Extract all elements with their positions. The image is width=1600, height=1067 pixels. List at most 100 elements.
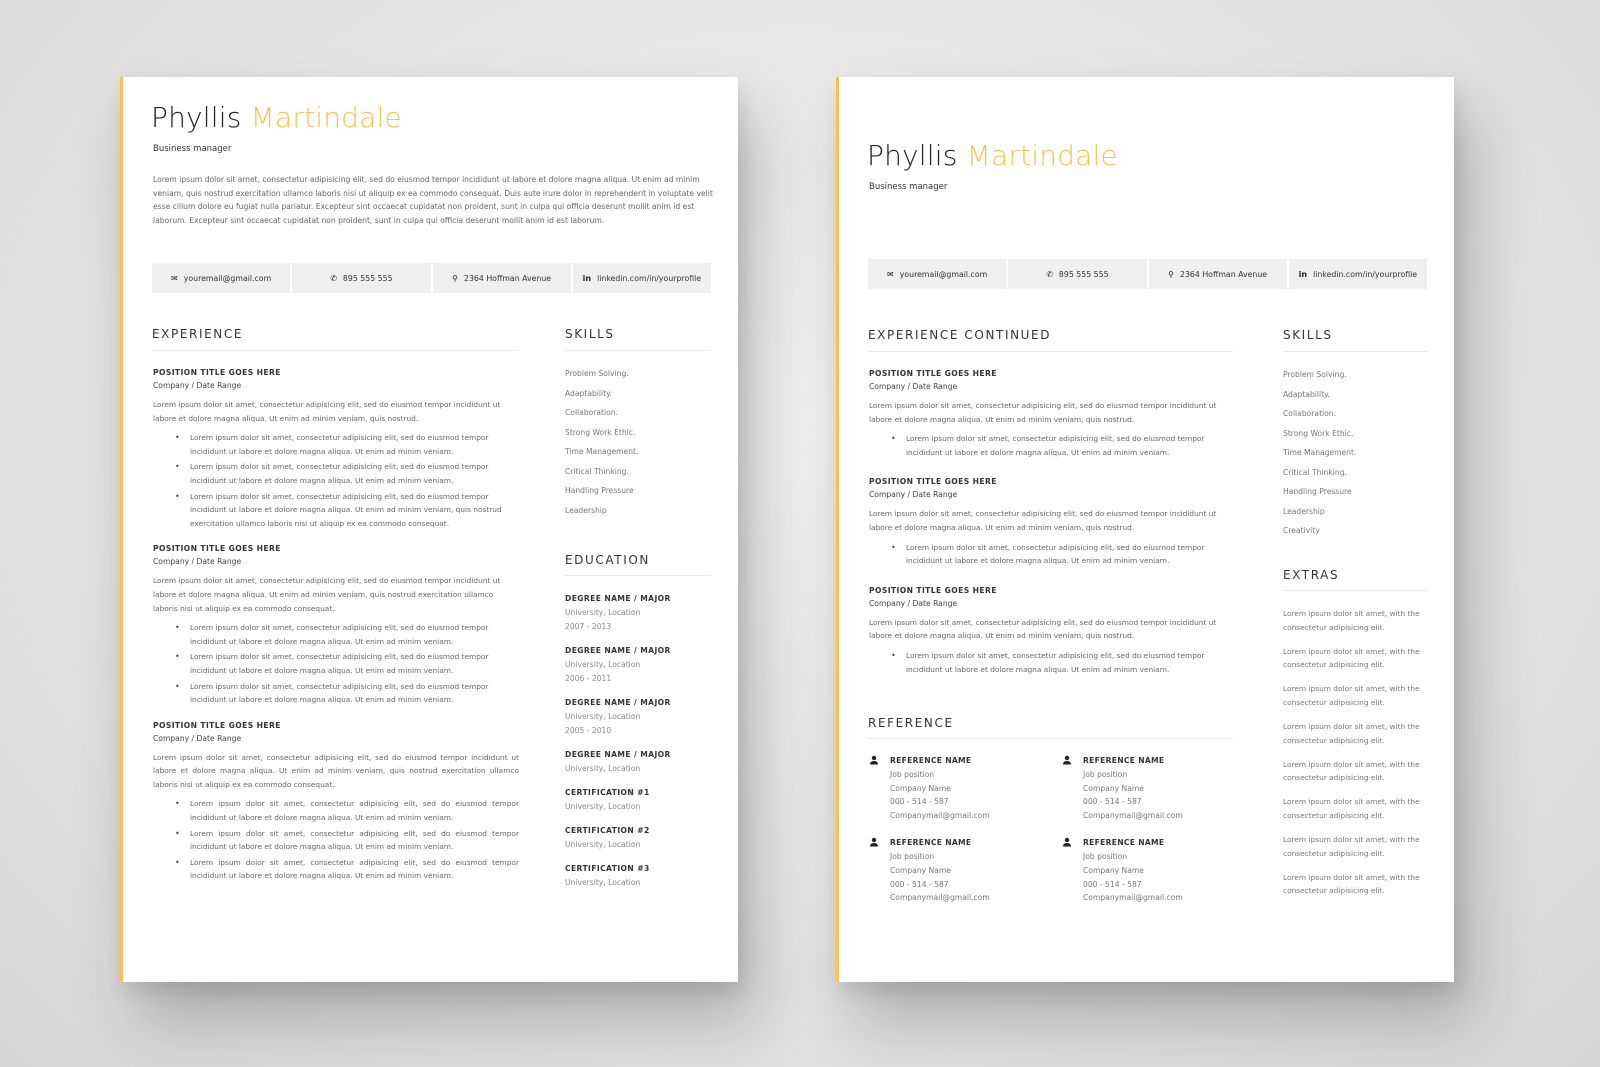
job-bullets: Lorem ipsum dolor sit amet, consectetur …	[869, 432, 1233, 459]
skill-item: Collaboration.	[1283, 409, 1337, 418]
experience-list: POSITION TITLE GOES HERE Company / Date …	[153, 368, 519, 897]
skill-item: Time Management.	[1283, 448, 1357, 457]
reference-position: Job position	[1083, 770, 1128, 779]
job-bullet: Lorem ipsum dolor sit amet, consectetur …	[175, 490, 519, 531]
skill-item: Adaptability.	[1283, 389, 1330, 399]
job-description: Lorem ipsum dolor sit amet, consectetur …	[153, 400, 501, 423]
extras-heading: EXTRAS	[1283, 568, 1340, 582]
contact-address[interactable]: ⚲ 2364 Hoffman Avenue	[1148, 259, 1287, 289]
job-bullets: Lorem ipsum dolor sit amet, consectetur …	[153, 431, 519, 530]
certification-title: CERTIFICATION #3	[565, 864, 650, 873]
resume-page-1: Phyllis Martindale Business manager Lore…	[120, 77, 738, 982]
job-bullets: Lorem ipsum dolor sit amet, consectetur …	[153, 621, 519, 707]
job-subtitle: Business manager	[869, 182, 948, 192]
location-pin-icon: ⚲	[1168, 269, 1174, 279]
certification-entry: CERTIFICATION #3 University, Location	[565, 862, 711, 890]
job-description: Lorem ipsum dolor sit amet, consectetur …	[869, 401, 1217, 424]
reference-name: REFERENCE NAME	[890, 756, 972, 765]
education-entry: DEGREE NAME / MAJOR University, Location	[565, 748, 711, 776]
linkedin-icon: in	[582, 273, 592, 283]
extras-list: Lorem ipsum dolor sit amet, with the con…	[1283, 607, 1427, 909]
reference-grid: REFERENCE NAME Job position Company Name…	[869, 754, 1255, 905]
certification-entry: CERTIFICATION #1 University, Location	[565, 786, 711, 814]
job-bullet: Lorem ipsum dolor sit amet, consectetur …	[175, 621, 519, 648]
job-entry: POSITION TITLE GOES HERE Company / Date …	[153, 544, 519, 706]
reference-card: REFERENCE NAME Job position Company Name…	[869, 754, 1062, 822]
job-bullets: Lorem ipsum dolor sit amet, consectetur …	[869, 541, 1233, 568]
extra-item: Lorem ipsum dolor sit amet, with the con…	[1283, 684, 1420, 707]
job-bullet: Lorem ipsum dolor sit amet, consectetur …	[891, 432, 1233, 459]
job-title: POSITION TITLE GOES HERE	[869, 585, 997, 595]
skill-item: Handling Pressure	[1283, 487, 1352, 496]
reference-card: REFERENCE NAME Job position Company Name…	[1062, 836, 1255, 904]
skills-list: Problem Solving. Adaptability. Collabora…	[565, 364, 711, 520]
certification-title: CERTIFICATION #1	[565, 788, 650, 797]
job-description: Lorem ipsum dolor sit amet, consectetur …	[153, 752, 519, 789]
job-company-date: Company / Date Range	[869, 382, 958, 391]
job-entry: POSITION TITLE GOES HERE Company / Date …	[153, 368, 519, 530]
reference-card: REFERENCE NAME Job position Company Name…	[869, 836, 1062, 904]
job-bullet: Lorem ipsum dolor sit amet, consectetur …	[891, 649, 1233, 676]
degree-years: 2005 - 2010	[565, 726, 612, 735]
job-company-date: Company / Date Range	[153, 557, 242, 567]
job-bullet: Lorem ipsum dolor sit amet, consectetur …	[175, 431, 519, 458]
contact-email[interactable]: ✉ youremail@gmail.com	[152, 263, 291, 293]
job-bullet: Lorem ipsum dolor sit amet, consectetur …	[175, 650, 519, 677]
job-title: POSITION TITLE GOES HERE	[153, 544, 281, 554]
job-bullet: Lorem ipsum dolor sit amet, consectetur …	[175, 797, 519, 824]
degree-school: University, Location	[565, 660, 641, 669]
job-company-date: Company / Date Range	[869, 598, 958, 608]
phone-icon: ✆	[1046, 269, 1053, 279]
divider	[868, 738, 1233, 739]
phone-icon: ✆	[330, 273, 337, 283]
contact-phone-text: 895 555 555	[1058, 269, 1109, 279]
job-description: Lorem ipsum dolor sit amet, consectetur …	[153, 576, 501, 613]
reference-email[interactable]: Companymail@gmail.com	[1083, 891, 1183, 905]
reference-position: Job position	[1083, 852, 1128, 862]
first-name: Phyllis	[151, 101, 242, 134]
job-bullet: Lorem ipsum dolor sit amet, consectetur …	[175, 827, 519, 854]
reference-email[interactable]: Companymail@gmail.com	[890, 891, 990, 905]
extra-item: Lorem ipsum dolor sit amet, with the con…	[1283, 609, 1420, 632]
profile-summary: Lorem ipsum dolor sit amet, consectetur …	[153, 175, 713, 225]
reference-email[interactable]: Companymail@gmail.com	[1083, 809, 1183, 823]
experience-continued-heading: EXPERIENCE CONTINUED	[868, 328, 1052, 342]
contact-email[interactable]: ✉ youremail@gmail.com	[868, 259, 1007, 289]
job-title: POSITION TITLE GOES HERE	[153, 720, 281, 730]
experience-list: POSITION TITLE GOES HERE Company / Date …	[869, 369, 1233, 690]
contact-address-text: 2364 Hoffman Avenue	[1180, 269, 1268, 279]
skills-list: Problem Solving. Adaptability. Collabora…	[1283, 365, 1427, 541]
degree-title: DEGREE NAME / MAJOR	[565, 646, 671, 655]
contact-linkedin[interactable]: in linkedin.com/in/yourprofile	[1288, 259, 1427, 289]
job-entry: POSITION TITLE GOES HERE Company / Date …	[869, 369, 1233, 459]
divider	[868, 351, 1233, 352]
person-icon	[869, 754, 880, 822]
reference-position: Job position	[890, 852, 935, 862]
job-title: POSITION TITLE GOES HERE	[869, 369, 997, 378]
reference-name: REFERENCE NAME	[890, 838, 972, 848]
contact-linkedin[interactable]: in linkedin.com/in/yourprofile	[572, 263, 711, 293]
contact-linkedin-text: linkedin.com/in/yourprofile	[597, 273, 702, 283]
skill-item: Critical Thinking.	[1283, 467, 1347, 477]
reference-company: Company Name	[1083, 783, 1144, 793]
job-subtitle: Business manager	[153, 144, 232, 154]
divider	[565, 575, 711, 576]
last-name: Martindale	[966, 139, 1118, 172]
extra-item: Lorem ipsum dolor sit amet, with the con…	[1283, 835, 1420, 858]
person-icon	[1062, 754, 1073, 822]
reference-company: Company Name	[890, 783, 951, 793]
contact-bar: ✉ youremail@gmail.com ✆ 895 555 555 ⚲ 23…	[868, 259, 1427, 289]
reference-card: REFERENCE NAME Job position Company Name…	[1062, 754, 1255, 822]
skill-item: Collaboration.	[565, 408, 619, 417]
skill-item: Time Management.	[565, 447, 639, 456]
skill-item: Strong Work Ethic.	[1283, 428, 1354, 438]
contact-phone[interactable]: ✆ 895 555 555	[292, 263, 431, 293]
certification-school: University, Location	[565, 802, 641, 811]
contact-address[interactable]: ⚲ 2364 Hoffman Avenue	[432, 263, 571, 293]
certification-title: CERTIFICATION #2	[565, 826, 650, 835]
contact-phone[interactable]: ✆ 895 555 555	[1008, 259, 1147, 289]
job-entry: POSITION TITLE GOES HERE Company / Date …	[153, 721, 519, 883]
reference-email[interactable]: Companymail@gmail.com	[890, 809, 990, 823]
job-description: Lorem ipsum dolor sit amet, consectetur …	[869, 509, 1217, 532]
job-bullet: Lorem ipsum dolor sit amet, consectetur …	[175, 680, 519, 707]
